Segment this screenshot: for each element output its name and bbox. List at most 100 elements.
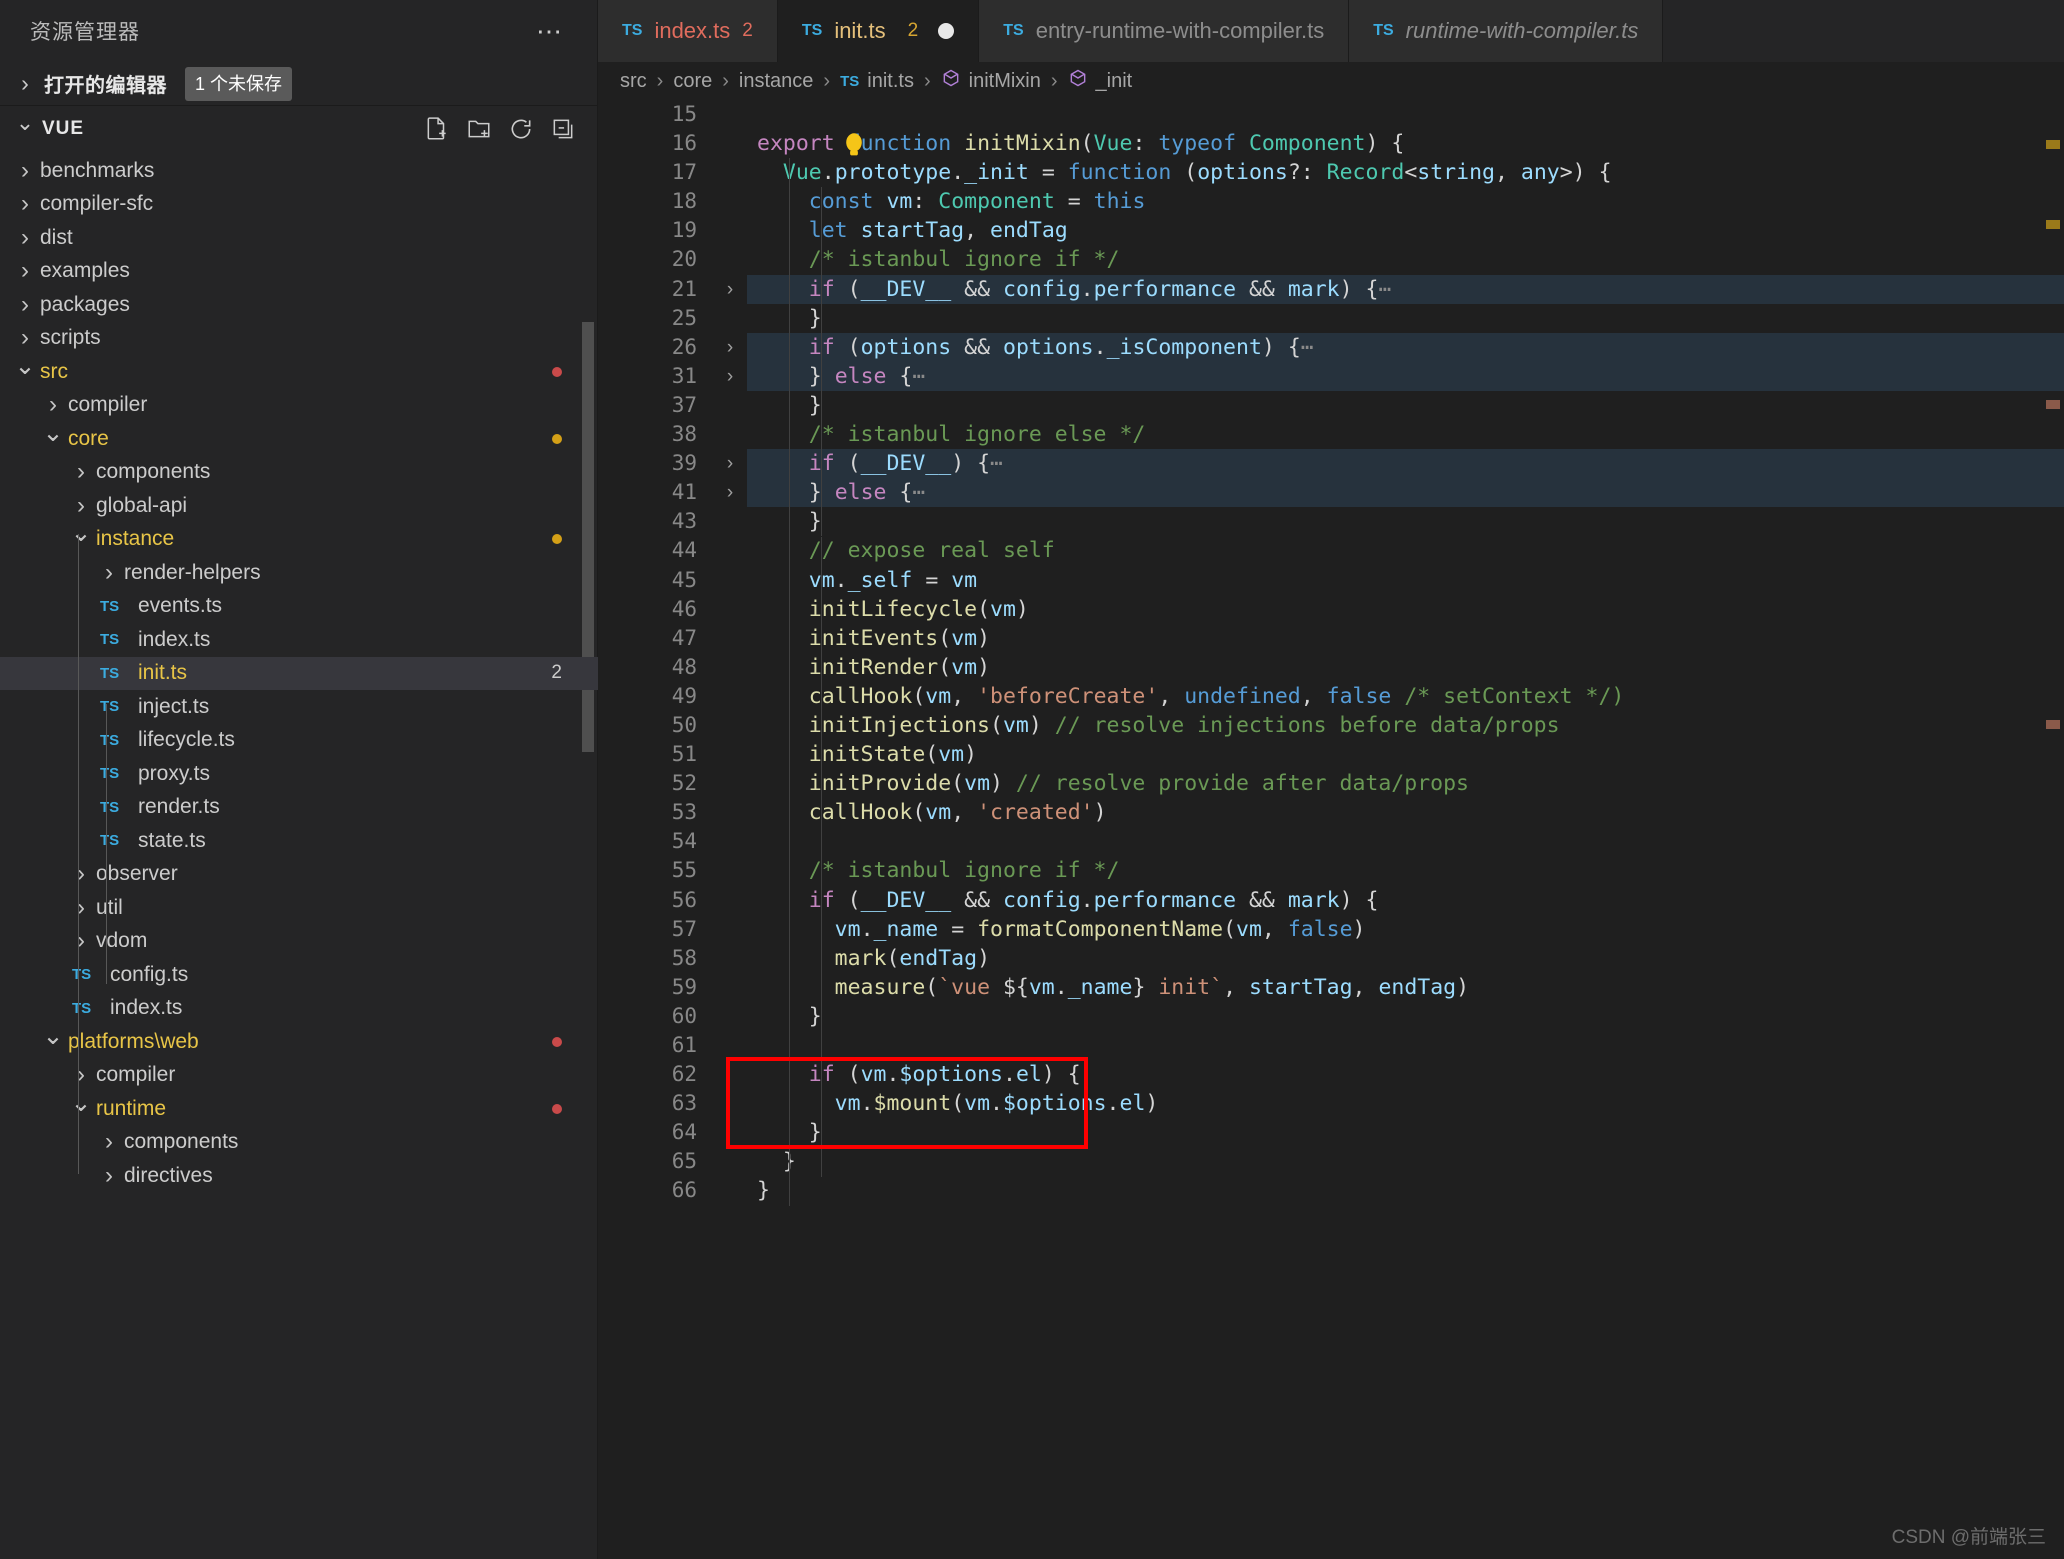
refresh-icon[interactable] bbox=[508, 116, 534, 142]
code-line[interactable] bbox=[747, 100, 2064, 129]
code-line[interactable]: // expose real self bbox=[747, 536, 2064, 565]
code-line[interactable] bbox=[747, 1031, 2064, 1060]
code-line[interactable]: } else {⋯ bbox=[747, 362, 2064, 391]
code-line[interactable]: callHook(vm, 'created') bbox=[747, 798, 2064, 827]
code-line[interactable]: initLifecycle(vm) bbox=[747, 595, 2064, 624]
code-line[interactable]: } bbox=[747, 1176, 2064, 1205]
tree-folder-render-helpers[interactable]: render-helpers bbox=[0, 556, 598, 590]
tree-folder-examples[interactable]: examples bbox=[0, 255, 598, 289]
code-line[interactable]: /* istanbul ignore if */ bbox=[747, 245, 2064, 274]
code-line[interactable]: vm._self = vm bbox=[747, 566, 2064, 595]
tree-folder-global-api[interactable]: global-api bbox=[0, 489, 598, 523]
tab-entry[interactable]: TSentry-runtime-with-compiler.ts bbox=[979, 0, 1349, 62]
code-line[interactable]: vm._name = formatComponentName(vm, false… bbox=[747, 915, 2064, 944]
tree-folder-components[interactable]: components bbox=[0, 1126, 598, 1160]
breadcrumb-item-core[interactable]: core bbox=[673, 70, 712, 93]
tree-folder-src[interactable]: src bbox=[0, 355, 598, 389]
code-line[interactable]: } bbox=[747, 507, 2064, 536]
tree-folder-observer[interactable]: observer bbox=[0, 858, 598, 892]
overview-ruler[interactable] bbox=[2042, 100, 2064, 1559]
file-tree[interactable]: benchmarkscompiler-sfcdistexamplespackag… bbox=[0, 152, 598, 1559]
breadcrumb-item-init-ts[interactable]: TSinit.ts bbox=[840, 70, 914, 93]
fold-column[interactable] bbox=[713, 100, 747, 1559]
tree-file-events-ts[interactable]: TSevents.ts bbox=[0, 590, 598, 624]
fold-chevron-icon[interactable] bbox=[713, 449, 747, 478]
tree-item-label: index.ts bbox=[108, 996, 182, 1020]
tree-folder-scripts[interactable]: scripts bbox=[0, 322, 598, 356]
tab-init[interactable]: TSinit.ts2 bbox=[778, 0, 979, 62]
code-line[interactable]: } else {⋯ bbox=[747, 478, 2064, 507]
tree-file-inject-ts[interactable]: TSinject.ts bbox=[0, 690, 598, 724]
tree-folder-core[interactable]: core bbox=[0, 422, 598, 456]
code-line[interactable] bbox=[747, 827, 2064, 856]
code-line[interactable]: /* istanbul ignore else */ bbox=[747, 420, 2064, 449]
workspace-section-header[interactable]: VUE bbox=[0, 106, 598, 152]
code-content[interactable]: export function initMixin(Vue: typeof Co… bbox=[747, 100, 2064, 1559]
collapse-all-icon[interactable] bbox=[550, 116, 576, 142]
fold-slot bbox=[713, 653, 747, 682]
breadcrumb-item-instance[interactable]: instance bbox=[739, 70, 814, 93]
explorer-more-actions-icon[interactable]: ⋯ bbox=[530, 18, 570, 44]
fold-chevron-icon[interactable] bbox=[713, 362, 747, 391]
tree-folder-directives[interactable]: directives bbox=[0, 1159, 598, 1193]
tree-folder-benchmarks[interactable]: benchmarks bbox=[0, 154, 598, 188]
code-line[interactable]: export function initMixin(Vue: typeof Co… bbox=[747, 129, 2064, 158]
tree-file-state-ts[interactable]: TSstate.ts bbox=[0, 824, 598, 858]
tree-folder-dist[interactable]: dist bbox=[0, 221, 598, 255]
code-line[interactable]: initState(vm) bbox=[747, 740, 2064, 769]
code-line[interactable]: /* istanbul ignore if */ bbox=[747, 856, 2064, 885]
code-line[interactable]: const vm: Component = this bbox=[747, 187, 2064, 216]
tab-rwc[interactable]: TSruntime-with-compiler.ts bbox=[1349, 0, 1663, 62]
code-line[interactable]: initInjections(vm) // resolve injections… bbox=[747, 711, 2064, 740]
tree-folder-components[interactable]: components bbox=[0, 456, 598, 490]
tab-index[interactable]: TSindex.ts2 bbox=[598, 0, 778, 62]
code-line[interactable]: } bbox=[747, 304, 2064, 333]
code-line[interactable]: initEvents(vm) bbox=[747, 624, 2064, 653]
code-line[interactable]: if (__DEV__ && config.performance && mar… bbox=[747, 275, 2064, 304]
new-folder-icon[interactable] bbox=[466, 116, 492, 142]
tree-folder-util[interactable]: util bbox=[0, 891, 598, 925]
tree-folder-packages[interactable]: packages bbox=[0, 288, 598, 322]
tree-file-render-ts[interactable]: TSrender.ts bbox=[0, 791, 598, 825]
code-line[interactable]: } bbox=[747, 391, 2064, 420]
code-line[interactable]: if (options && options._isComponent) {⋯ bbox=[747, 333, 2064, 362]
tree-folder-compiler[interactable]: compiler bbox=[0, 389, 598, 423]
tree-file-index-ts[interactable]: TSindex.ts bbox=[0, 623, 598, 657]
code-line[interactable]: initProvide(vm) // resolve provide after… bbox=[747, 769, 2064, 798]
code-editor[interactable]: 1516171819202125263137383941434445464748… bbox=[598, 100, 2064, 1559]
lightbulb-quickfix-icon[interactable] bbox=[843, 132, 863, 158]
breadcrumb-item--init[interactable]: _init bbox=[1068, 68, 1133, 94]
tree-folder-vdom[interactable]: vdom bbox=[0, 925, 598, 959]
tree-folder-platforms-web[interactable]: platforms\web bbox=[0, 1025, 598, 1059]
code-line[interactable]: vm.$mount(vm.$options.el) bbox=[747, 1089, 2064, 1118]
tree-file-index-ts[interactable]: TSindex.ts bbox=[0, 992, 598, 1026]
tree-folder-runtime[interactable]: runtime bbox=[0, 1092, 598, 1126]
code-line[interactable]: if (__DEV__) {⋯ bbox=[747, 449, 2064, 478]
code-line[interactable]: measure(`vue ${vm._name} init`, startTag… bbox=[747, 973, 2064, 1002]
fold-chevron-icon[interactable] bbox=[713, 478, 747, 507]
code-line[interactable]: mark(endTag) bbox=[747, 944, 2064, 973]
code-line[interactable]: } bbox=[747, 1147, 2064, 1176]
fold-chevron-icon[interactable] bbox=[713, 275, 747, 304]
code-line[interactable]: Vue.prototype._init = function (options?… bbox=[747, 158, 2064, 187]
code-line[interactable]: if (__DEV__ && config.performance && mar… bbox=[747, 886, 2064, 915]
open-editors-section-header[interactable]: 打开的编辑器 1 个未保存 bbox=[0, 62, 598, 106]
tree-file-init-ts[interactable]: TSinit.ts2 bbox=[0, 657, 598, 691]
code-line[interactable]: } bbox=[747, 1002, 2064, 1031]
tree-folder-instance[interactable]: instance bbox=[0, 523, 598, 557]
code-line[interactable]: callHook(vm, 'beforeCreate', undefined, … bbox=[747, 682, 2064, 711]
fold-chevron-icon[interactable] bbox=[713, 333, 747, 362]
tree-file-lifecycle-ts[interactable]: TSlifecycle.ts bbox=[0, 724, 598, 758]
tab-dirty-indicator[interactable] bbox=[938, 23, 954, 39]
code-line[interactable]: let startTag, endTag bbox=[747, 216, 2064, 245]
breadcrumb-item-src[interactable]: src bbox=[620, 70, 647, 93]
tree-file-proxy-ts[interactable]: TSproxy.ts bbox=[0, 757, 598, 791]
new-file-icon[interactable] bbox=[424, 116, 450, 142]
code-line[interactable]: } bbox=[747, 1118, 2064, 1147]
tree-folder-compiler-sfc[interactable]: compiler-sfc bbox=[0, 188, 598, 222]
code-line[interactable]: if (vm.$options.el) { bbox=[747, 1060, 2064, 1089]
code-line[interactable]: initRender(vm) bbox=[747, 653, 2064, 682]
tree-folder-compiler[interactable]: compiler bbox=[0, 1059, 598, 1093]
breadcrumb-item-initmixin[interactable]: initMixin bbox=[941, 68, 1041, 94]
tree-file-config-ts[interactable]: TSconfig.ts bbox=[0, 958, 598, 992]
